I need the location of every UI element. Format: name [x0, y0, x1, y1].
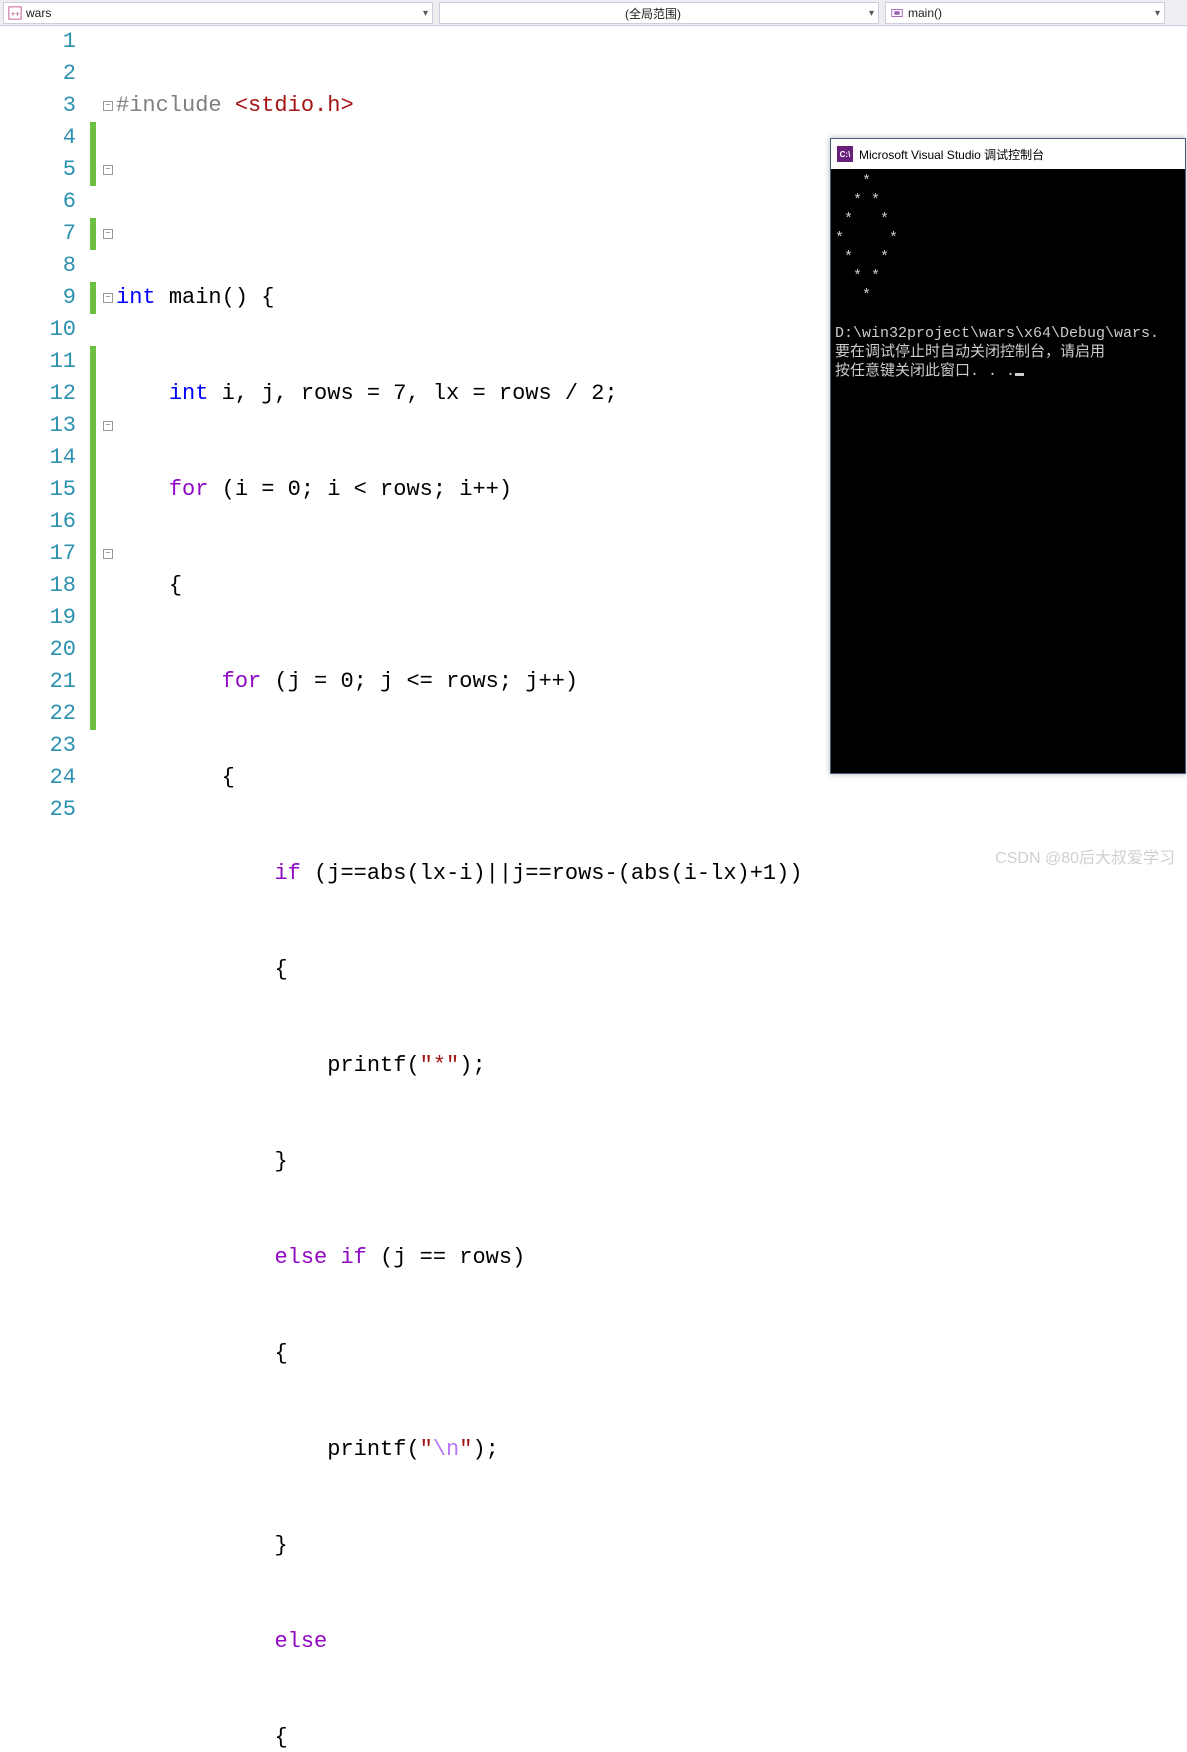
- fold-toggle-icon[interactable]: −: [103, 293, 113, 303]
- line-number: 16: [0, 506, 76, 538]
- line-number-gutter: 1 2 3 4 5 6 7 8 9 10 11 12 13 14 15 16 1…: [0, 26, 90, 876]
- line-number: 6: [0, 186, 76, 218]
- line-number: 14: [0, 442, 76, 474]
- line-number: 17: [0, 538, 76, 570]
- fold-toggle-icon[interactable]: −: [103, 101, 113, 111]
- line-number: 24: [0, 762, 76, 794]
- line-number: 18: [0, 570, 76, 602]
- console-title: Microsoft Visual Studio 调试控制台: [859, 146, 1044, 163]
- scope-label: (全局范围): [444, 5, 862, 22]
- fold-toggle-icon[interactable]: −: [103, 421, 113, 431]
- line-number: 11: [0, 346, 76, 378]
- line-number: 25: [0, 794, 76, 826]
- chevron-down-icon: ▾: [862, 8, 874, 19]
- chevron-down-icon: ▾: [416, 8, 428, 19]
- fold-toggle-icon[interactable]: −: [103, 165, 113, 175]
- line-number: 12: [0, 378, 76, 410]
- line-number: 5: [0, 154, 76, 186]
- line-number: 7: [0, 218, 76, 250]
- line-number: 1: [0, 26, 76, 58]
- watermark-text: CSDN @80后大叔爱学习: [995, 844, 1175, 868]
- line-number: 2: [0, 58, 76, 90]
- line-number: 10: [0, 314, 76, 346]
- file-dropdown[interactable]: ++ wars ▾: [3, 2, 433, 24]
- fold-toggle-icon[interactable]: −: [103, 229, 113, 239]
- symbol-dropdown[interactable]: main() ▾: [885, 2, 1165, 24]
- line-number: 13: [0, 410, 76, 442]
- line-number: 15: [0, 474, 76, 506]
- symbol-label: main(): [908, 6, 1148, 20]
- console-titlebar[interactable]: C:\ Microsoft Visual Studio 调试控制台: [831, 139, 1185, 169]
- chevron-down-icon: ▾: [1148, 8, 1160, 19]
- console-output: * * * * * * * * * * * * D:\win32project\…: [831, 169, 1185, 773]
- cursor-icon: [1015, 373, 1024, 376]
- scope-dropdown[interactable]: (全局范围) ▾: [439, 2, 879, 24]
- line-number: 20: [0, 634, 76, 666]
- line-number: 8: [0, 250, 76, 282]
- line-number: 9: [0, 282, 76, 314]
- fold-toggle-icon[interactable]: −: [103, 549, 113, 559]
- method-icon: [890, 6, 904, 20]
- svg-text:++: ++: [11, 10, 21, 19]
- line-number: 23: [0, 730, 76, 762]
- fold-column: − − − − − −: [100, 26, 116, 876]
- line-number: 21: [0, 666, 76, 698]
- line-number: 3: [0, 90, 76, 122]
- line-number: 4: [0, 122, 76, 154]
- line-number: 22: [0, 698, 76, 730]
- navigation-bar: ++ wars ▾ (全局范围) ▾ main() ▾: [0, 0, 1187, 26]
- cpp-file-icon: ++: [8, 6, 22, 20]
- vs-console-icon: C:\: [837, 146, 853, 162]
- line-number: 19: [0, 602, 76, 634]
- debug-console-window[interactable]: C:\ Microsoft Visual Studio 调试控制台 * * * …: [830, 138, 1186, 774]
- file-name: wars: [26, 6, 416, 20]
- change-marker-column: [90, 26, 100, 876]
